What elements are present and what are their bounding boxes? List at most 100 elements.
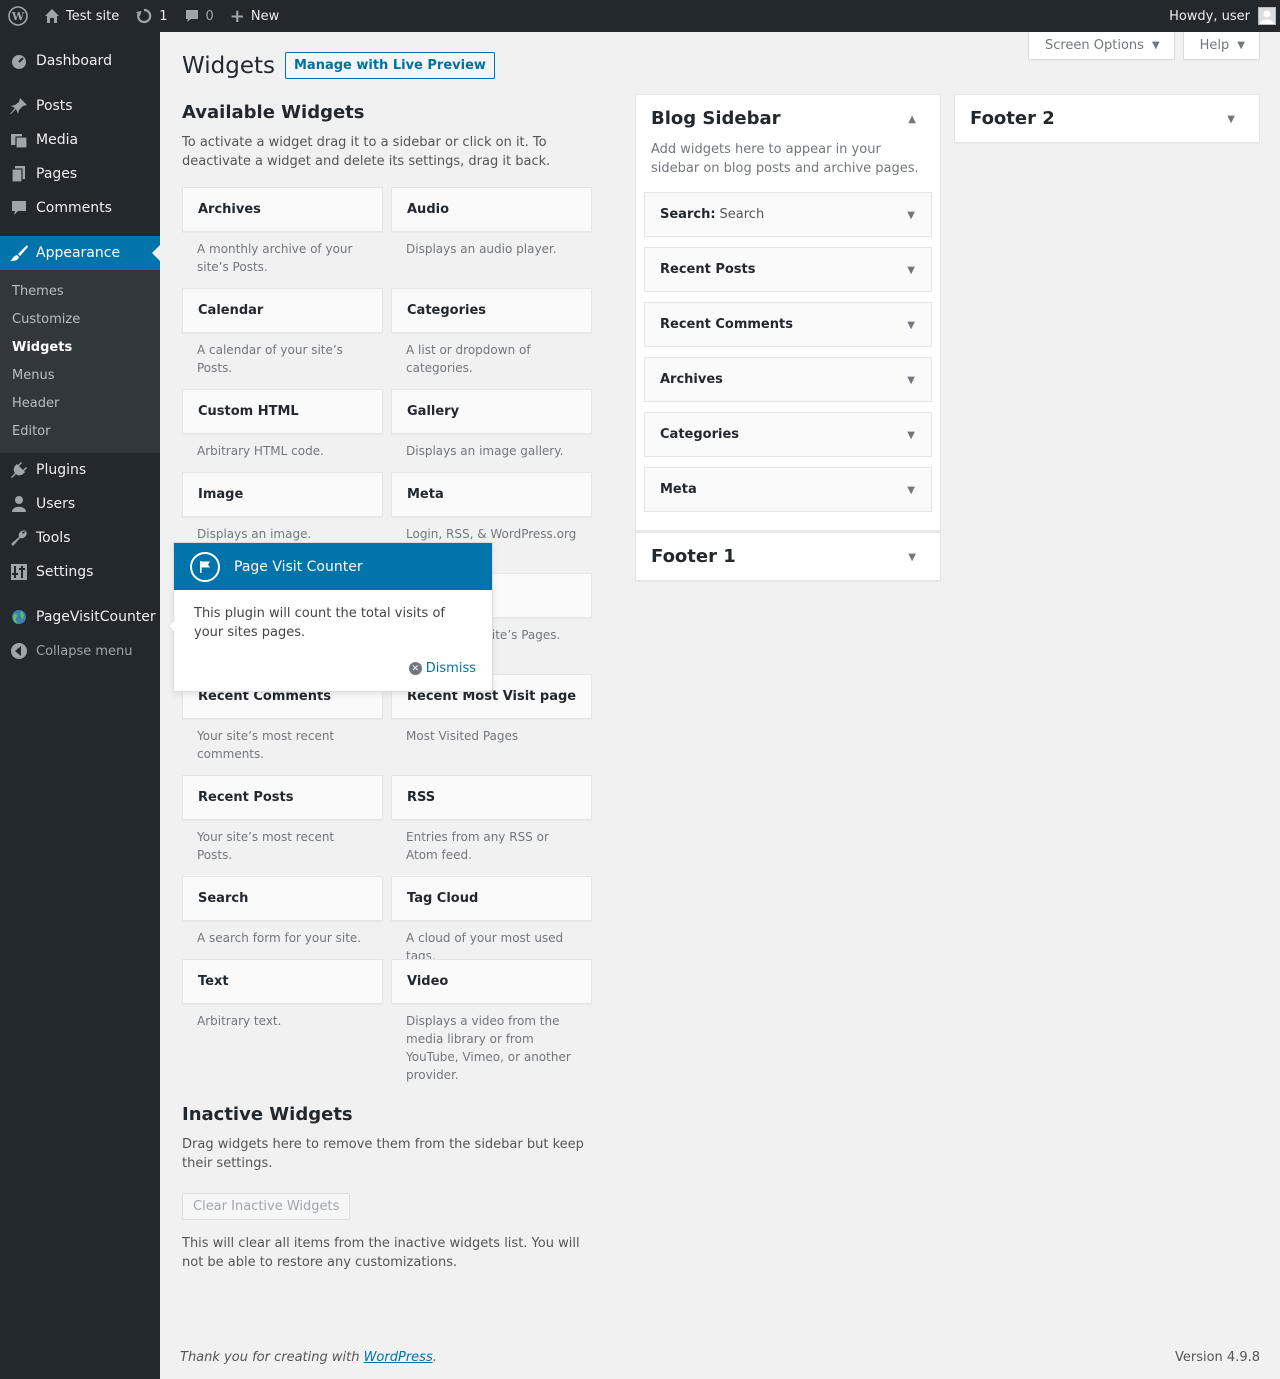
menu-item-media[interactable]: Media bbox=[0, 123, 160, 157]
widget-title[interactable]: Tag Cloud bbox=[391, 876, 592, 921]
widget-title[interactable]: Calendar bbox=[182, 288, 383, 333]
sidebar-widget[interactable]: Meta ▼ bbox=[644, 467, 932, 512]
globe-icon bbox=[9, 607, 29, 627]
widget-tile[interactable]: Gallery Displays an image gallery. bbox=[391, 389, 592, 460]
widget-title[interactable]: Archives bbox=[182, 187, 383, 232]
menu-item-appearance[interactable]: Appearance bbox=[0, 236, 160, 270]
widget-tile[interactable]: Image Displays an image. bbox=[182, 472, 383, 543]
user-icon bbox=[9, 494, 29, 514]
submenu-item-themes[interactable]: Themes bbox=[0, 277, 160, 305]
home-icon bbox=[44, 8, 60, 24]
pin-icon bbox=[9, 96, 29, 116]
widget-title[interactable]: Categories bbox=[391, 288, 592, 333]
menu-item-pages[interactable]: Pages bbox=[0, 157, 160, 191]
widget-tile[interactable]: Search A search form for your site. bbox=[182, 876, 383, 947]
sidebar-widget[interactable]: Archives ▼ bbox=[644, 357, 932, 402]
submenu-item-header[interactable]: Header bbox=[0, 389, 160, 417]
menu-item-tools[interactable]: Tools bbox=[0, 521, 160, 555]
menu-item-plugins[interactable]: Plugins bbox=[0, 453, 160, 487]
menu-item-users[interactable]: Users bbox=[0, 487, 160, 521]
widget-title[interactable]: Video bbox=[391, 959, 592, 1004]
caret-down-icon[interactable]: ▼ bbox=[908, 552, 916, 563]
sidebar-widget[interactable]: Recent Posts ▼ bbox=[644, 247, 932, 292]
my-account[interactable]: Howdy, user bbox=[1161, 0, 1280, 32]
site-name-link[interactable]: Test site bbox=[36, 0, 127, 32]
dismiss-label: Dismiss bbox=[425, 661, 476, 676]
footer-1-header[interactable]: Footer 1 ▼ bbox=[636, 533, 940, 580]
widget-description: Entries from any RSS or Atom feed. bbox=[406, 830, 549, 862]
dismiss-link[interactable]: ✕ Dismiss bbox=[408, 661, 476, 676]
site-name: Test site bbox=[66, 8, 120, 24]
submenu-item-widgets[interactable]: Widgets bbox=[0, 333, 160, 361]
caret-down-icon[interactable]: ▼ bbox=[907, 265, 915, 276]
widget-tile[interactable]: Audio Displays an audio player. bbox=[391, 187, 592, 258]
new-label: New bbox=[250, 8, 280, 24]
footer-1-sidebar[interactable]: Footer 1 ▼ bbox=[635, 532, 941, 581]
widget-title[interactable]: RSS bbox=[391, 775, 592, 820]
blog-sidebar: Blog Sidebar ▲ Add widgets here to appea… bbox=[635, 94, 941, 531]
menu-label: Users bbox=[36, 496, 76, 512]
caret-down-icon[interactable]: ▼ bbox=[907, 320, 915, 331]
thanks-prefix: Thank you for creating with bbox=[180, 1350, 364, 1365]
clear-inactive-widgets-button[interactable]: Clear Inactive Widgets bbox=[182, 1193, 351, 1220]
menu-item-comments[interactable]: Comments bbox=[0, 191, 160, 225]
widget-title[interactable]: Gallery bbox=[391, 389, 592, 434]
manage-live-preview-button[interactable]: Manage with Live Preview bbox=[284, 52, 495, 79]
widget-description: Displays an image gallery. bbox=[406, 444, 564, 458]
media-icon bbox=[9, 130, 29, 150]
caret-down-icon[interactable]: ▼ bbox=[907, 210, 915, 221]
wordpress-link[interactable]: WordPress bbox=[364, 1350, 433, 1365]
submenu-item-menus[interactable]: Menus bbox=[0, 361, 160, 389]
screen-options-button[interactable]: Screen Options ▼ bbox=[1027, 32, 1175, 60]
menu-label: Pages bbox=[36, 166, 78, 182]
widget-tile[interactable]: Calendar A calendar of your site’s Posts. bbox=[182, 288, 383, 377]
help-button[interactable]: Help ▼ bbox=[1182, 32, 1260, 60]
menu-item-settings[interactable]: Settings bbox=[0, 555, 160, 589]
caret-down-icon[interactable]: ▼ bbox=[907, 430, 915, 441]
wordpress-logo-icon[interactable]: W bbox=[0, 0, 36, 32]
blog-sidebar-widgets: Search: Search ▼ Recent Posts ▼ Recent Commen… bbox=[636, 178, 940, 530]
updates-count: 1 bbox=[159, 8, 168, 24]
widget-tile[interactable]: RSS Entries from any RSS or Atom feed. bbox=[391, 775, 592, 864]
widget-title[interactable]: Search bbox=[182, 876, 383, 921]
widget-tile[interactable]: Text Arbitrary text. bbox=[182, 959, 383, 1030]
widget-title[interactable]: Audio bbox=[391, 187, 592, 232]
howdy-greeting: Howdy, user bbox=[1169, 8, 1250, 24]
widget-title[interactable]: Text bbox=[182, 959, 383, 1004]
dashboard-icon bbox=[9, 51, 29, 71]
submenu-item-customize[interactable]: Customize bbox=[0, 305, 160, 333]
widget-tile[interactable]: Archives A monthly archive of your site’s… bbox=[182, 187, 383, 276]
help-label: Help bbox=[1199, 38, 1230, 53]
menu-item-posts[interactable]: Posts bbox=[0, 89, 160, 123]
blog-sidebar-header[interactable]: Blog Sidebar ▲ bbox=[636, 95, 940, 142]
widget-title[interactable]: Image bbox=[182, 472, 383, 517]
new-content-link[interactable]: + New bbox=[222, 0, 287, 32]
updates-link[interactable]: 1 bbox=[127, 0, 175, 32]
widget-title[interactable]: Custom HTML bbox=[182, 389, 383, 434]
menu-label: Dashboard bbox=[36, 53, 112, 69]
widget-description: A search form for your site. bbox=[197, 931, 362, 945]
comments-link[interactable]: 0 bbox=[176, 0, 222, 32]
main-content: Screen Options ▼ Help ▼ Widgets Manage w… bbox=[160, 32, 1280, 1379]
widget-title[interactable]: Meta bbox=[391, 472, 592, 517]
collapse-menu-button[interactable]: Collapse menu bbox=[0, 634, 160, 668]
submenu-item-editor[interactable]: Editor bbox=[0, 417, 160, 445]
caret-down-icon[interactable]: ▼ bbox=[1227, 114, 1235, 125]
caret-up-icon[interactable]: ▲ bbox=[908, 114, 916, 125]
widget-title[interactable]: Recent Posts bbox=[182, 775, 383, 820]
caret-down-icon[interactable]: ▼ bbox=[907, 375, 915, 386]
sidebar-widget[interactable]: Categories ▼ bbox=[644, 412, 932, 457]
footer-2-header[interactable]: Footer 2 ▼ bbox=[955, 95, 1259, 142]
sidebar-widget[interactable]: Recent Comments ▼ bbox=[644, 302, 932, 347]
widget-description: A monthly archive of your site’s Posts. bbox=[197, 242, 353, 274]
caret-down-icon[interactable]: ▼ bbox=[907, 485, 915, 496]
menu-item-dashboard[interactable]: Dashboard bbox=[0, 44, 160, 78]
widget-tile[interactable]: Categories A list or dropdown of categori… bbox=[391, 288, 592, 377]
widget-tile[interactable]: Recent Posts Your site’s most recent Post… bbox=[182, 775, 383, 864]
sidebar-widget[interactable]: Search: Search ▼ bbox=[644, 192, 932, 237]
footer-2-sidebar[interactable]: Footer 2 ▼ bbox=[954, 94, 1260, 143]
widget-tile[interactable]: Tag Cloud A cloud of your most used tags. bbox=[391, 876, 592, 965]
menu-item-pagevisitcounter[interactable]: PageVisitCounter bbox=[0, 600, 160, 634]
widget-tile[interactable]: Custom HTML Arbitrary HTML code. bbox=[182, 389, 383, 460]
widget-tile[interactable]: Video Displays a video from the media lib… bbox=[391, 959, 592, 1084]
